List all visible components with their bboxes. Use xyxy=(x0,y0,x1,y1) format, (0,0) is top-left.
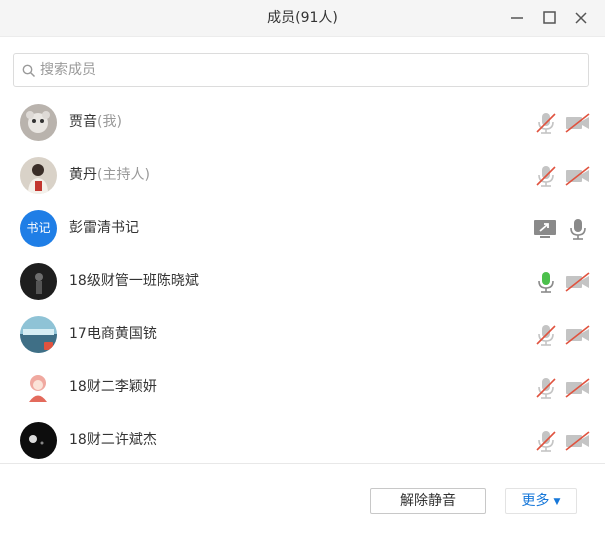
member-name: 18级财管一班陈晓斌 xyxy=(69,273,199,289)
member-role: (主持人) xyxy=(97,167,150,183)
camera-off-icon xyxy=(565,325,590,345)
caret-down-icon: ▼ xyxy=(553,497,561,507)
member-row[interactable]: 18级财管一班陈晓斌 xyxy=(0,255,605,308)
minimize-icon xyxy=(511,17,523,19)
mic-muted-button[interactable] xyxy=(533,111,559,135)
avatar: 书记 xyxy=(20,210,57,247)
search-box[interactable] xyxy=(13,53,589,87)
member-name: 彭雷清书记 xyxy=(69,220,139,236)
mic-muted-button[interactable] xyxy=(533,164,559,188)
mic-muted-button[interactable] xyxy=(533,323,559,347)
members-window: 成员(91人) 贾音(我) xyxy=(0,0,605,534)
unmute-all-button[interactable]: 解除静音 xyxy=(370,488,486,514)
camera-off-icon xyxy=(565,431,590,451)
screen-share-icon xyxy=(534,220,556,238)
mic-muted-button[interactable] xyxy=(533,429,559,453)
camera-off-button[interactable] xyxy=(565,429,591,453)
avatar xyxy=(20,369,57,406)
member-name: 黄丹(主持人) xyxy=(69,167,150,183)
avatar xyxy=(20,316,57,353)
avatar xyxy=(20,157,57,194)
camera-off-icon xyxy=(565,378,590,398)
more-label: 更多 xyxy=(521,493,550,509)
mic-muted-button[interactable] xyxy=(533,376,559,400)
camera-off-button[interactable] xyxy=(565,376,591,400)
mic-active-button[interactable] xyxy=(533,270,559,294)
mic-muted-icon xyxy=(536,325,556,346)
close-button[interactable] xyxy=(565,0,597,36)
maximize-icon xyxy=(543,11,556,24)
screen-share-button[interactable] xyxy=(533,217,559,241)
mic-muted-icon xyxy=(536,166,556,187)
member-row[interactable]: 黄丹(主持人) xyxy=(0,149,605,202)
minimize-button[interactable] xyxy=(501,0,533,36)
member-row[interactable]: 17电商黄国铳 xyxy=(0,308,605,361)
mic-icon xyxy=(570,219,586,240)
search-icon xyxy=(22,64,36,78)
camera-off-icon xyxy=(565,166,590,186)
footer-bar: 解除静音 更多 ▼ xyxy=(0,463,605,534)
camera-off-button[interactable] xyxy=(565,270,591,294)
close-icon xyxy=(575,12,587,24)
mic-muted-icon xyxy=(536,113,556,134)
member-name: 贾音(我) xyxy=(69,114,122,130)
camera-off-icon xyxy=(565,272,590,292)
avatar xyxy=(20,422,57,459)
camera-off-button[interactable] xyxy=(565,164,591,188)
member-list[interactable]: 贾音(我) 黄丹(主持人) 书记 彭雷清书记 18级财管一班陈晓斌 17电商黄国… xyxy=(0,96,605,462)
mic-muted-icon xyxy=(536,378,556,399)
camera-off-button[interactable] xyxy=(565,323,591,347)
member-role: (我) xyxy=(97,114,122,130)
avatar xyxy=(20,263,57,300)
more-button[interactable]: 更多 ▼ xyxy=(505,488,577,514)
maximize-button[interactable] xyxy=(533,0,565,36)
member-name: 17电商黄国铳 xyxy=(69,326,157,342)
member-row[interactable]: 贾音(我) xyxy=(0,96,605,149)
camera-off-icon xyxy=(565,113,590,133)
title-bar: 成员(91人) xyxy=(0,0,605,37)
member-row[interactable]: 书记 彭雷清书记 xyxy=(0,202,605,255)
mic-button[interactable] xyxy=(565,217,591,241)
member-row[interactable]: 18财二李颖妍 xyxy=(0,361,605,414)
member-name: 18财二许斌杰 xyxy=(69,432,157,448)
mic-active-icon xyxy=(538,272,554,293)
avatar xyxy=(20,104,57,141)
search-input[interactable] xyxy=(40,54,580,86)
camera-off-button[interactable] xyxy=(565,111,591,135)
member-name: 18财二李颖妍 xyxy=(69,379,157,395)
mic-muted-icon xyxy=(536,431,556,452)
member-row[interactable]: 18财二许斌杰 xyxy=(0,414,605,462)
